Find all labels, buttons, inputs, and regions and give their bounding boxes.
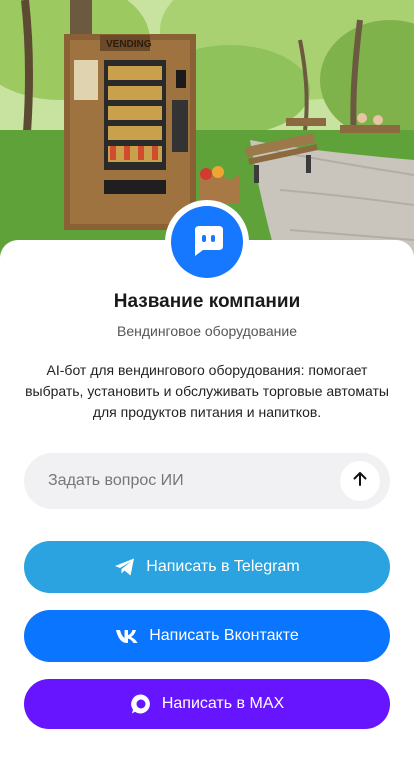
max-button[interactable]: Написать в MAX [24,679,390,729]
telegram-button[interactable]: Написать в Telegram [24,541,390,593]
vk-button[interactable]: Написать Вконтакте [24,610,390,662]
company-subtitle: Вендинговое оборудование [116,323,298,339]
max-button-label: Написать в MAX [161,695,285,712]
max-icon [130,693,152,715]
company-description: AI-бот для вендингового оборудования: по… [25,362,389,420]
ask-ai-input[interactable] [48,472,340,490]
vk-icon [115,628,139,644]
send-button[interactable] [340,461,380,501]
company-avatar [165,200,249,284]
arrow-up-icon [351,470,369,493]
telegram-icon [114,557,136,577]
vk-button-label: Написать Вконтакте [149,627,299,644]
telegram-button-label: Написать в Telegram [146,558,300,575]
ask-ai-field [24,453,390,509]
svg-text:VENDING: VENDING [106,39,152,50]
chat-bot-icon [187,220,227,265]
company-name: Название компании [113,291,301,312]
